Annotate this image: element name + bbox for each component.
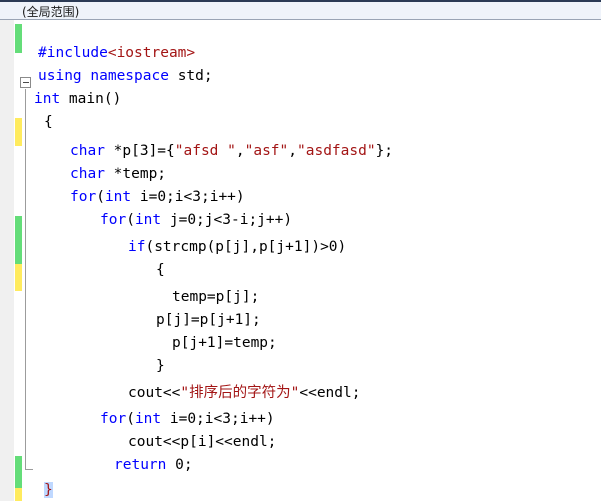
code-line-19[interactable]: } — [0, 479, 53, 501]
code-token: "afsd " — [174, 143, 236, 159]
code-line-12[interactable]: p[j]=p[j+1]; — [0, 309, 261, 332]
code-token: return — [114, 457, 167, 473]
code-token: p[j]=p[j+1]; — [156, 312, 261, 328]
code-token: } — [156, 358, 165, 374]
code-token: i=0;i<3;i++) — [131, 189, 245, 205]
code-token: { — [44, 114, 53, 130]
code-token: ( — [126, 212, 135, 228]
editor-surface[interactable]: #include<iostream> using namespace std; in… — [0, 20, 601, 501]
code-token: main() — [60, 91, 122, 107]
code-line-14[interactable]: } — [0, 355, 165, 378]
code-token: cout<<p[i]<<endl; — [128, 434, 277, 450]
code-line-9[interactable]: if(strcmp(p[j],p[j+1])>0) — [0, 236, 346, 259]
code-line-1[interactable]: #include<iostream> — [0, 42, 195, 65]
code-token: { — [156, 262, 165, 278]
code-token: 0; — [166, 457, 193, 473]
code-token: temp=p[j]; — [172, 289, 260, 305]
code-line-2[interactable]: using namespace std; — [0, 65, 213, 88]
scope-dropdown-label: (全局范围) — [22, 5, 80, 19]
code-token: namespace — [90, 68, 169, 84]
code-token: (strcmp(p[j],p[j+1])>0) — [145, 239, 347, 255]
code-token: int — [134, 411, 162, 427]
code-token: if — [128, 239, 146, 255]
code-editor-window: (全局范围) #include<iostream> using namespace… — [0, 0, 601, 501]
scope-dropdown-bar[interactable]: (全局范围) — [0, 0, 601, 20]
code-line-17[interactable]: cout<<p[i]<<endl; — [0, 431, 276, 454]
code-token: int — [104, 189, 132, 205]
code-token: " — [180, 385, 190, 401]
code-token: for — [100, 411, 127, 427]
code-line-15[interactable]: cout<<"排序后的字符为"<<endl; — [0, 382, 360, 405]
code-line-6[interactable]: char *temp; — [0, 163, 166, 186]
code-token: cout<< — [128, 385, 181, 401]
code-line-13[interactable]: p[j+1]=temp; — [0, 332, 277, 355]
code-token: }; — [375, 143, 394, 159]
code-token: std; — [168, 68, 213, 84]
code-token: "asdfasd" — [297, 143, 376, 159]
code-token: ( — [126, 411, 135, 427]
code-token: , — [288, 143, 297, 159]
code-token: #include — [38, 45, 108, 61]
code-line-8[interactable]: for(int j=0;j<3-i;j++) — [0, 209, 292, 232]
code-token: p[j+1]=temp; — [172, 335, 277, 351]
code-token: int — [34, 91, 61, 107]
code-token: j=0;j<3-i;j++) — [161, 212, 293, 228]
code-token: *p[3]={ — [104, 143, 175, 159]
code-token: int — [134, 212, 162, 228]
code-line-11[interactable]: temp=p[j]; — [0, 286, 259, 309]
code-token: "asf" — [244, 143, 289, 159]
code-text-area[interactable]: #include<iostream> using namespace std; in… — [0, 20, 601, 501]
code-token: 排序后的字符为 — [189, 385, 291, 401]
code-token: <<endl; — [299, 385, 361, 401]
code-line-16[interactable]: for(int i=0;i<3;i++) — [0, 408, 275, 431]
code-token: using — [38, 68, 82, 84]
code-line-10[interactable]: { — [0, 259, 165, 282]
code-token: char — [70, 143, 105, 159]
code-token: for — [70, 189, 97, 205]
code-line-7[interactable]: for(int i=0;i<3;i++) — [0, 186, 245, 209]
code-token: *temp; — [104, 166, 167, 182]
code-line-3[interactable]: int main() — [0, 88, 121, 111]
code-token: } — [44, 482, 53, 498]
code-token: char — [70, 166, 105, 182]
code-token: i=0;i<3;i++) — [161, 411, 275, 427]
code-line-4[interactable]: { — [0, 111, 53, 134]
code-token: for — [100, 212, 127, 228]
code-token: <iostream> — [107, 45, 196, 61]
code-token: , — [235, 143, 245, 159]
code-line-5[interactable]: char *p[3]={"afsd ","asf","asdfasd"}; — [0, 140, 393, 163]
code-token: ( — [96, 189, 105, 205]
code-line-18[interactable]: return 0; — [0, 454, 193, 477]
